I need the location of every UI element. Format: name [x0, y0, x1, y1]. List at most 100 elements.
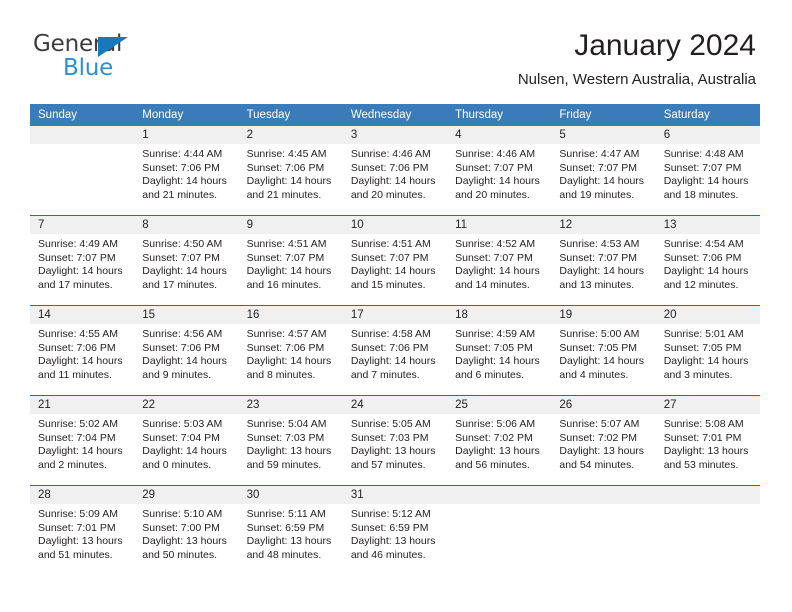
calendar-day-cell[interactable]: 21 Sunrise: 5:02 AM Sunset: 7:04 PM Dayligh…: [30, 396, 135, 485]
sunrise-text: Sunrise: 4:44 AM: [142, 148, 223, 160]
calendar-day-cell[interactable]: 31 Sunrise: 5:12 AM Sunset: 6:59 PM Dayligh…: [342, 486, 448, 575]
calendar-day-cell[interactable]: 30 Sunrise: 5:11 AM Sunset: 6:59 PM Dayligh…: [238, 486, 343, 575]
day-number: [655, 486, 760, 504]
day-number: 24: [342, 396, 448, 414]
calendar-day-cell[interactable]: 16 Sunrise: 4:57 AM Sunset: 7:06 PM Dayligh…: [238, 306, 343, 395]
daylight-line2-text: and 46 minutes.: [350, 548, 426, 561]
calendar-day-cell[interactable]: 15 Sunrise: 4:56 AM Sunset: 7:06 PM Dayligh…: [134, 306, 239, 395]
sunrise-text: Sunrise: 4:56 AM: [142, 328, 223, 340]
calendar-week-row: 14 Sunrise: 4:55 AM Sunset: 7:06 PM Dayligh…: [30, 305, 760, 396]
daylight-line1-text: Daylight: 14 hours: [559, 355, 645, 368]
daylight-line1-text: Daylight: 13 hours: [350, 535, 436, 548]
calendar-day-cell[interactable]: 3 Sunrise: 4:46 AM Sunset: 7:06 PM Daylight…: [342, 126, 448, 215]
daylight-line2-text: and 7 minutes.: [350, 368, 420, 381]
calendar-day-cell[interactable]: 2 Sunrise: 4:45 AM Sunset: 7:06 PM Daylight…: [238, 126, 343, 215]
calendar-day-cell[interactable]: 11 Sunrise: 4:52 AM Sunset: 7:07 PM Dayligh…: [447, 216, 552, 305]
sunrise-text: Sunrise: 4:57 AM: [246, 328, 327, 340]
weekday-header-tuesday: Tuesday: [238, 104, 343, 126]
calendar-day-cell[interactable]: 22 Sunrise: 5:03 AM Sunset: 7:04 PM Dayligh…: [134, 396, 239, 485]
sunrise-text: Sunrise: 5:06 AM: [455, 418, 536, 430]
day-number: 31: [342, 486, 448, 504]
calendar-day-cell[interactable]: 19 Sunrise: 5:00 AM Sunset: 7:05 PM Dayligh…: [551, 306, 656, 395]
daylight-line1-text: Daylight: 14 hours: [663, 175, 749, 188]
calendar-day-cell[interactable]: 8 Sunrise: 4:50 AM Sunset: 7:07 PM Daylight…: [134, 216, 239, 305]
sunset-text: Sunset: 7:07 PM: [455, 251, 533, 264]
calendar-day-cell[interactable]: 25 Sunrise: 5:06 AM Sunset: 7:02 PM Dayligh…: [447, 396, 552, 485]
daylight-line1-text: Daylight: 14 hours: [663, 355, 749, 368]
day-details: Sunrise: 5:11 AM Sunset: 6:59 PM Daylight:…: [239, 504, 343, 562]
day-details: Sunrise: 5:02 AM Sunset: 7:04 PM Daylight:…: [30, 414, 134, 472]
sunset-text: Sunset: 7:01 PM: [663, 431, 742, 444]
daylight-line2-text: and 20 minutes.: [350, 188, 426, 201]
daylight-line2-text: and 14 minutes.: [455, 278, 530, 291]
calendar-day-cell[interactable]: 28 Sunrise: 5:09 AM Sunset: 7:01 PM Dayligh…: [30, 486, 135, 575]
calendar-day-cell[interactable]: 29 Sunrise: 5:10 AM Sunset: 7:00 PM Dayligh…: [134, 486, 239, 575]
daylight-line2-text: and 9 minutes.: [142, 368, 212, 381]
day-number: [551, 486, 656, 504]
calendar-day-cell-empty: [551, 486, 656, 575]
day-details: Sunrise: 5:04 AM Sunset: 7:03 PM Daylight:…: [239, 414, 343, 472]
sunset-text: Sunset: 7:06 PM: [142, 161, 220, 174]
calendar-day-cell[interactable]: 10 Sunrise: 4:51 AM Sunset: 7:07 PM Dayligh…: [342, 216, 448, 305]
calendar-day-cell[interactable]: 7 Sunrise: 4:49 AM Sunset: 7:07 PM Daylight…: [30, 216, 135, 305]
daylight-line1-text: Daylight: 14 hours: [38, 265, 123, 278]
calendar-day-cell[interactable]: 12 Sunrise: 4:53 AM Sunset: 7:07 PM Dayligh…: [551, 216, 656, 305]
sunrise-text: Sunrise: 5:01 AM: [663, 328, 744, 340]
day-details: Sunrise: 5:07 AM Sunset: 7:02 PM Daylight:…: [551, 414, 655, 472]
calendar-week-row: 21 Sunrise: 5:02 AM Sunset: 7:04 PM Dayligh…: [30, 395, 760, 486]
calendar-day-cell[interactable]: 9 Sunrise: 4:51 AM Sunset: 7:07 PM Daylight…: [238, 216, 343, 305]
sunset-text: Sunset: 6:59 PM: [350, 521, 429, 534]
sunrise-text: Sunrise: 5:10 AM: [142, 508, 223, 520]
page-header: General Blue January 2024 Nulsen, Wester…: [0, 0, 792, 100]
calendar-day-cell[interactable]: 5 Sunrise: 4:47 AM Sunset: 7:07 PM Daylight…: [551, 126, 656, 215]
day-number: 21: [30, 396, 135, 414]
day-number: 15: [134, 306, 239, 324]
day-details: Sunrise: 5:05 AM Sunset: 7:03 PM Daylight:…: [343, 414, 447, 472]
sunrise-text: Sunrise: 4:54 AM: [663, 238, 744, 250]
weekday-header-sunday: Sunday: [30, 104, 135, 126]
calendar-day-cell[interactable]: 4 Sunrise: 4:46 AM Sunset: 7:07 PM Daylight…: [447, 126, 552, 215]
calendar-day-cell[interactable]: 6 Sunrise: 4:48 AM Sunset: 7:07 PM Daylight…: [655, 126, 760, 215]
day-details: Sunrise: 5:06 AM Sunset: 7:02 PM Daylight:…: [447, 414, 551, 472]
daylight-line1-text: Daylight: 13 hours: [38, 535, 123, 548]
day-number: 29: [134, 486, 239, 504]
daylight-line1-text: Daylight: 14 hours: [142, 265, 227, 278]
general-blue-logo[interactable]: General Blue: [33, 32, 193, 82]
sunset-text: Sunset: 6:59 PM: [246, 521, 325, 534]
day-details: Sunrise: 4:46 AM Sunset: 7:06 PM Daylight:…: [343, 144, 447, 202]
daylight-line2-text: and 54 minutes.: [559, 458, 635, 471]
daylight-line1-text: Daylight: 14 hours: [246, 265, 332, 278]
calendar-day-cell[interactable]: 24 Sunrise: 5:05 AM Sunset: 7:03 PM Dayligh…: [342, 396, 448, 485]
weekday-header-saturday: Saturday: [655, 104, 760, 126]
daylight-line1-text: Daylight: 14 hours: [350, 265, 436, 278]
day-number: 18: [447, 306, 552, 324]
calendar-day-cell[interactable]: 17 Sunrise: 4:58 AM Sunset: 7:06 PM Dayligh…: [342, 306, 448, 395]
calendar-day-cell[interactable]: 13 Sunrise: 4:54 AM Sunset: 7:06 PM Dayligh…: [655, 216, 760, 305]
calendar-day-cell[interactable]: 27 Sunrise: 5:08 AM Sunset: 7:01 PM Dayligh…: [655, 396, 760, 485]
sunset-text: Sunset: 7:06 PM: [350, 161, 429, 174]
calendar-day-cell[interactable]: 26 Sunrise: 5:07 AM Sunset: 7:02 PM Dayligh…: [551, 396, 656, 485]
calendar-day-cell[interactable]: 23 Sunrise: 5:04 AM Sunset: 7:03 PM Dayligh…: [238, 396, 343, 485]
day-number: 3: [342, 126, 448, 144]
daylight-line2-text: and 16 minutes.: [246, 278, 322, 291]
day-details: Sunrise: 4:47 AM Sunset: 7:07 PM Daylight:…: [551, 144, 655, 202]
calendar-day-cell[interactable]: 1 Sunrise: 4:44 AM Sunset: 7:06 PM Daylight…: [134, 126, 239, 215]
calendar-body: 1 Sunrise: 4:44 AM Sunset: 7:06 PM Daylight…: [30, 126, 760, 575]
calendar-day-cell[interactable]: 14 Sunrise: 4:55 AM Sunset: 7:06 PM Dayligh…: [30, 306, 135, 395]
daylight-line1-text: Daylight: 14 hours: [559, 265, 645, 278]
sunset-text: Sunset: 7:06 PM: [663, 251, 742, 264]
daylight-line2-text: and 53 minutes.: [663, 458, 739, 471]
day-details: Sunrise: 4:52 AM Sunset: 7:07 PM Daylight:…: [447, 234, 551, 292]
day-details: Sunrise: 4:54 AM Sunset: 7:06 PM Daylight:…: [656, 234, 760, 292]
day-number: 28: [30, 486, 135, 504]
day-number: 14: [30, 306, 135, 324]
day-details: Sunrise: 5:10 AM Sunset: 7:00 PM Daylight:…: [134, 504, 238, 562]
calendar-day-cell[interactable]: 20 Sunrise: 5:01 AM Sunset: 7:05 PM Dayligh…: [655, 306, 760, 395]
day-number: [30, 126, 135, 144]
sunset-text: Sunset: 7:07 PM: [455, 161, 533, 174]
day-number: 6: [655, 126, 760, 144]
sunset-text: Sunset: 7:01 PM: [38, 521, 116, 534]
calendar-header-row: Sunday Monday Tuesday Wednesday Thursday Frid…: [30, 104, 760, 126]
calendar-day-cell[interactable]: 18 Sunrise: 4:59 AM Sunset: 7:05 PM Dayligh…: [447, 306, 552, 395]
logo-text-blue: Blue: [63, 55, 114, 81]
